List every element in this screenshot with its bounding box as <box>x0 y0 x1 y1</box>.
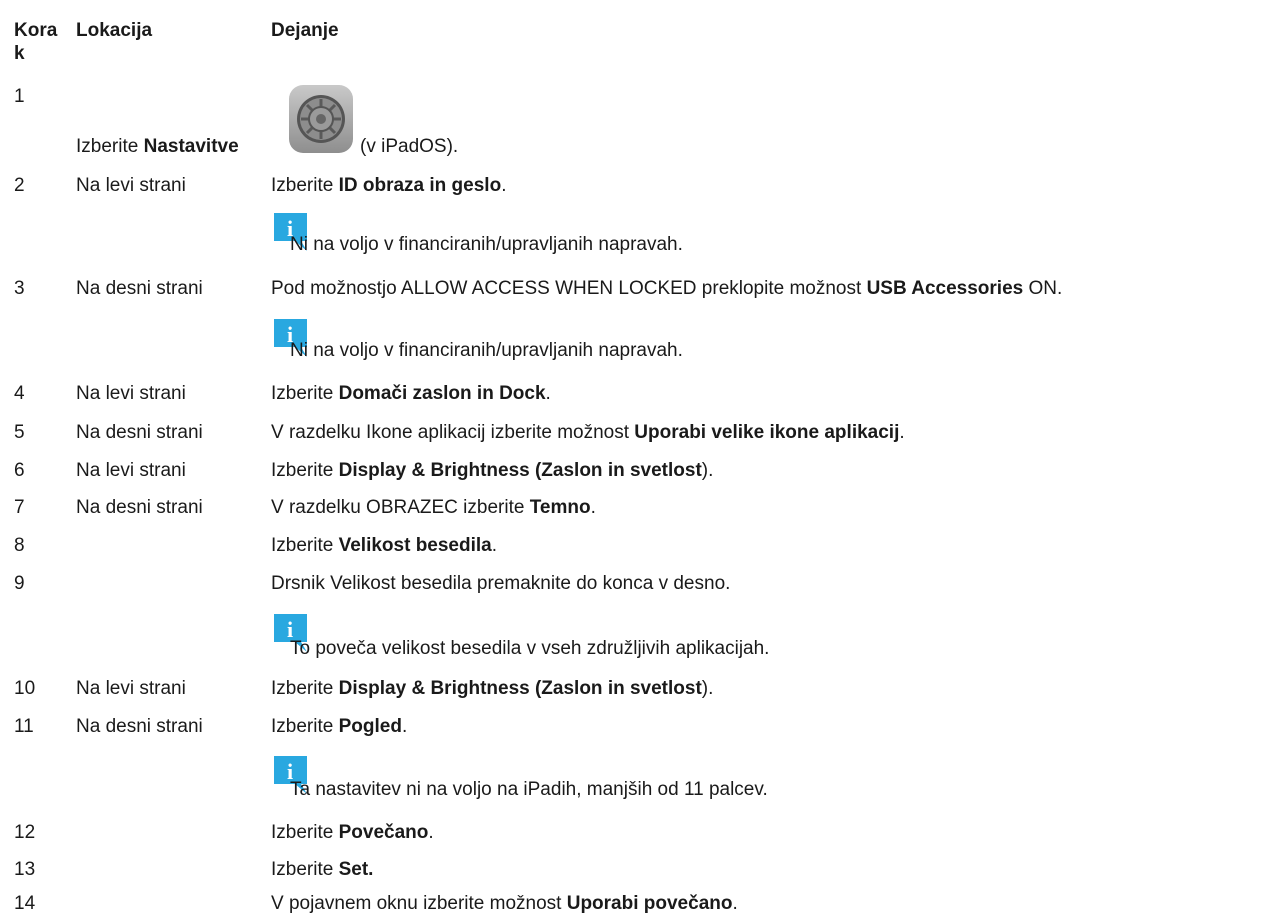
step-location: Na levi strani <box>76 383 186 404</box>
step-number: 12 <box>14 822 36 843</box>
action-suffix: . <box>732 893 738 914</box>
note-text: Ta nastavitev ni na voljo na iPadih, man… <box>290 779 768 800</box>
action-bold: Temno <box>529 497 591 518</box>
action-bold: Display & Brightness (Zaslon in svetlost <box>338 460 702 481</box>
step-location: Na desni strani <box>76 716 203 737</box>
action-suffix: ). <box>701 678 714 699</box>
action-text: Pod možnostjo ALLOW ACCESS WHEN LOCKED p… <box>271 278 867 299</box>
action-text: Izberite <box>271 460 339 481</box>
step-action: Pod možnostjo ALLOW ACCESS WHEN LOCKED p… <box>271 278 1062 300</box>
step-number: 2 <box>14 175 25 196</box>
step-number: 6 <box>14 460 25 481</box>
step-number: 3 <box>14 278 25 299</box>
step-action: Izberite ID obraza in geslo. <box>271 175 506 197</box>
action-suffix: (v iPadOS). <box>360 136 459 157</box>
action-suffix: . <box>899 422 905 443</box>
action-bold: Display & Brightness (Zaslon in svetlost <box>338 678 702 699</box>
action-suffix: ). <box>701 460 714 481</box>
action-bold: Domači zaslon in Dock <box>338 383 546 404</box>
settings-gear-icon <box>289 85 353 153</box>
step-action: V razdelku OBRAZEC izberite Temno. <box>271 497 596 519</box>
action-suffix: . <box>401 716 408 737</box>
step-action: Drsnik Velikost besedila premaknite do k… <box>271 573 731 594</box>
step-action: Izberite Set. <box>271 859 373 881</box>
step-location: Na levi strani <box>76 678 186 699</box>
action-suffix: . <box>491 535 498 556</box>
step-number: 4 <box>14 383 25 404</box>
header-step: Kora k <box>14 20 57 65</box>
action-bold: Pogled <box>338 716 402 737</box>
step-action: Izberite Display & Brightness (Zaslon in… <box>271 460 713 482</box>
step-number: 10 <box>14 678 36 699</box>
action-text: Izberite <box>271 716 339 737</box>
action-text: Izberite <box>271 383 339 404</box>
action-text: Izberite <box>271 175 339 196</box>
action-suffix: . <box>428 822 434 843</box>
header-action: Dejanje <box>271 20 339 41</box>
action-bold: Velikost besedila <box>338 535 492 556</box>
step-number: 7 <box>14 497 25 518</box>
note-text: Ni na voljo v financiranih/upravljanih n… <box>290 340 683 361</box>
action-bold: Uporabi povečano <box>566 893 733 914</box>
action-text: V razdelku Ikone aplikacij izberite možn… <box>271 422 635 443</box>
action-suffix: . <box>590 497 596 518</box>
step-action: Izberite Display & Brightness (Zaslon in… <box>271 678 713 700</box>
action-text: Izberite <box>76 136 144 157</box>
action-suffix: ON. <box>1023 278 1063 299</box>
step-number: 8 <box>14 535 25 556</box>
note-text: To poveča velikost besedila v vseh združ… <box>290 638 770 659</box>
step-action: V razdelku Ikone aplikacij izberite možn… <box>271 422 905 444</box>
action-bold: ID obraza in geslo <box>338 175 502 196</box>
action-bold: Uporabi velike ikone aplikacij <box>634 422 900 443</box>
action-suffix: . <box>545 383 551 404</box>
step-location: Na levi strani <box>76 175 186 196</box>
header-step-line2: k <box>14 43 25 64</box>
action-bold: Set. <box>338 859 374 880</box>
note-text: Ni na voljo v financiranih/upravljanih n… <box>290 234 683 255</box>
action-bold: USB Accessories <box>866 278 1024 299</box>
step-action: Izberite Domači zaslon in Dock. <box>271 383 551 405</box>
header-location: Lokacija <box>76 20 153 41</box>
step-action: Izberite Velikost besedila. <box>271 535 497 557</box>
step-location: Na levi strani <box>76 460 186 481</box>
step-number: 14 <box>14 893 36 914</box>
action-suffix: . <box>501 175 507 196</box>
action-text: Izberite <box>271 678 339 699</box>
step-location: Na desni strani <box>76 278 203 299</box>
action-text: V pojavnem oknu izberite možnost <box>271 893 567 914</box>
action-text: Izberite <box>271 859 339 880</box>
step-number: 5 <box>14 422 25 443</box>
step-location: Na desni strani <box>76 497 203 518</box>
action-text: V razdelku OBRAZEC izberite <box>271 497 530 518</box>
step-location: Na desni strani <box>76 422 203 443</box>
step-action: Izberite Povečano. <box>271 822 434 844</box>
action-text: Izberite <box>271 535 339 556</box>
header-step-line1: Kora <box>14 20 58 41</box>
step-number: 11 <box>14 716 34 737</box>
step-action: V pojavnem oknu izberite možnost Uporabi… <box>271 893 738 915</box>
action-bold: Povečano <box>338 822 429 843</box>
step-action: Izberite Pogled. <box>271 716 407 738</box>
action-bold: Nastavitve <box>143 136 239 157</box>
step-number: 1 <box>14 86 25 107</box>
step-number: 13 <box>14 859 36 880</box>
action-text: Izberite <box>271 822 339 843</box>
step-action: Izberite Nastavitve <box>76 136 239 158</box>
step-number: 9 <box>14 573 25 594</box>
